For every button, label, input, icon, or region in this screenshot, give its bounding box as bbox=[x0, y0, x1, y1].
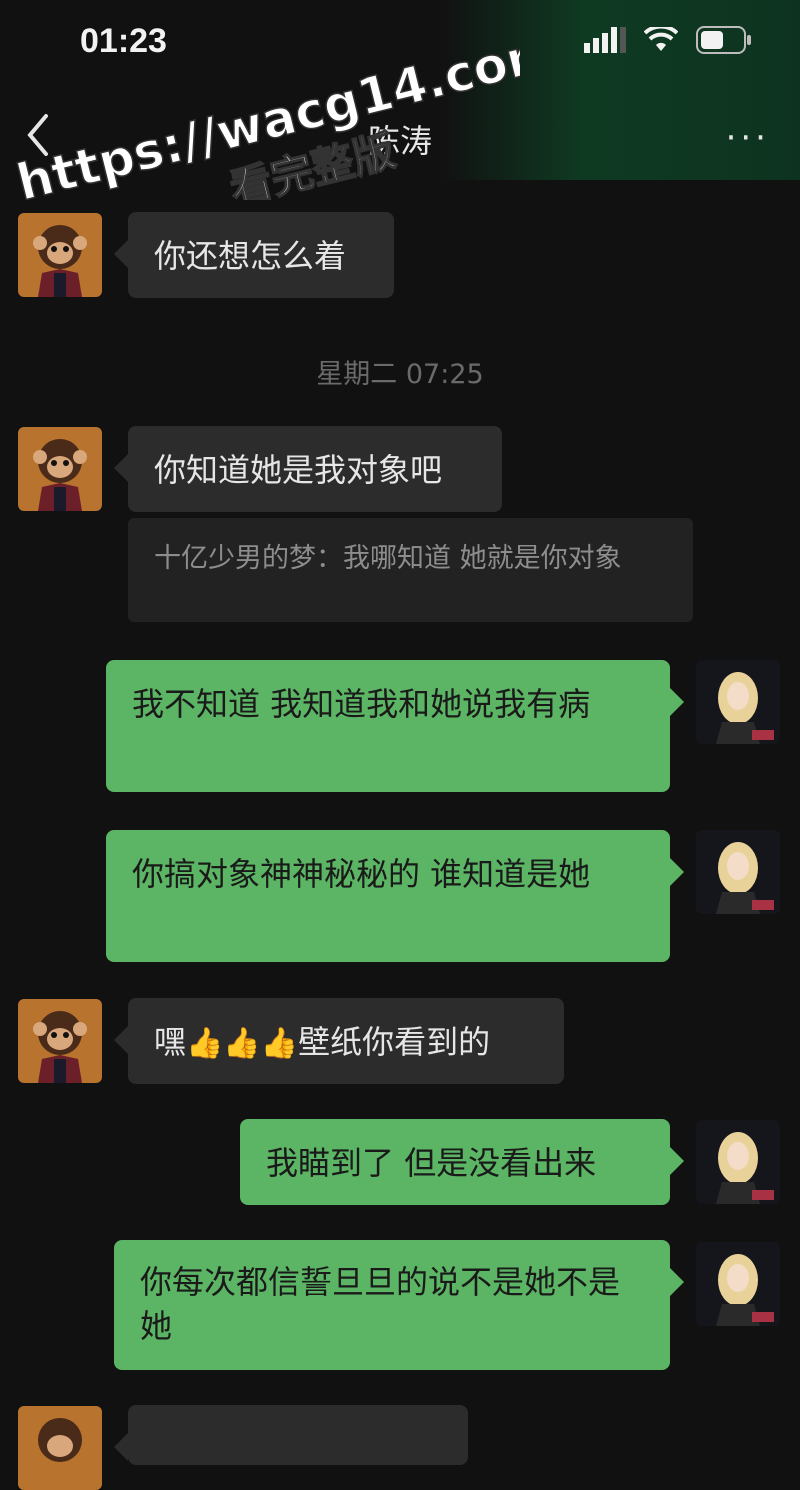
my-avatar[interactable] bbox=[696, 660, 780, 744]
my-avatar[interactable] bbox=[696, 1120, 780, 1204]
message-text: 你还想怎么着 bbox=[154, 237, 347, 275]
message-text-prefix: 嘿 bbox=[154, 1023, 187, 1061]
blonde-girl-avatar-icon bbox=[696, 1120, 780, 1204]
status-time: 01:23 bbox=[80, 22, 167, 60]
thumbs-up-icon: 👍 bbox=[223, 1026, 261, 1061]
message-bubble-left-partial[interactable] bbox=[114, 1405, 468, 1465]
contact-avatar[interactable] bbox=[18, 999, 102, 1083]
monkey-avatar-icon bbox=[18, 213, 102, 297]
contact-avatar[interactable] bbox=[18, 1406, 102, 1490]
chat-timestamp: 星期二 07:25 bbox=[316, 359, 484, 390]
message-text: 我瞄到了 但是没看出来 bbox=[266, 1144, 597, 1182]
more-options-button[interactable]: ··· bbox=[726, 118, 770, 158]
thumbs-up-icon: 👍 bbox=[186, 1026, 224, 1061]
message-bubble-right[interactable]: 你搞对象神神秘秘的 谁知道是她 bbox=[106, 830, 684, 962]
message-text: 你搞对象神神秘秘的 谁知道是她 bbox=[132, 855, 591, 893]
thumbs-up-icon: 👍 bbox=[260, 1026, 299, 1061]
signal-icon bbox=[584, 27, 626, 53]
message-bubble-left[interactable]: 你还想怎么着 bbox=[114, 212, 394, 298]
status-bar: 01:23 bbox=[0, 0, 800, 90]
contact-avatar[interactable] bbox=[18, 427, 102, 511]
status-icons bbox=[584, 26, 752, 54]
message-bubble-left[interactable]: 你知道她是我对象吧 bbox=[114, 426, 502, 512]
blonde-girl-avatar-icon bbox=[696, 830, 780, 914]
my-avatar[interactable] bbox=[696, 1242, 780, 1326]
wifi-icon bbox=[644, 27, 678, 51]
chat-header: 陈涛 ··· bbox=[0, 90, 800, 190]
message-bubble-right[interactable]: 你每次都信誓旦旦的说不是她不是她 bbox=[114, 1240, 684, 1370]
quoted-message[interactable]: 十亿少男的梦：我哪知道 她就是你对象 bbox=[128, 518, 693, 622]
message-bubble-right[interactable]: 我不知道 我知道我和她说我有病 bbox=[106, 660, 684, 792]
message-text: 你每次都信誓旦旦的说不是她不是她 bbox=[140, 1263, 621, 1345]
chat-title: 陈涛 bbox=[367, 122, 432, 160]
monkey-avatar-icon bbox=[18, 1406, 102, 1490]
my-avatar[interactable] bbox=[696, 830, 780, 914]
message-text: 我不知道 我知道我和她说我有病 bbox=[132, 685, 591, 723]
quoted-text: 十亿少男的梦：我哪知道 她就是你对象 bbox=[154, 543, 622, 574]
monkey-avatar-icon bbox=[18, 427, 102, 511]
message-bubble-right[interactable]: 我瞄到了 但是没看出来 bbox=[240, 1119, 684, 1205]
message-text: 嘿👍👍👍壁纸你看到的 bbox=[154, 1020, 490, 1066]
battery-icon bbox=[696, 26, 751, 54]
message-text: 你知道她是我对象吧 bbox=[154, 451, 443, 489]
blonde-girl-avatar-icon bbox=[696, 660, 780, 744]
blonde-girl-avatar-icon bbox=[696, 1242, 780, 1326]
message-text-suffix: 壁纸你看到的 bbox=[298, 1023, 491, 1061]
contact-avatar[interactable] bbox=[18, 213, 102, 297]
message-bubble-left[interactable]: 嘿👍👍👍壁纸你看到的 bbox=[114, 998, 564, 1084]
monkey-avatar-icon bbox=[18, 999, 102, 1083]
